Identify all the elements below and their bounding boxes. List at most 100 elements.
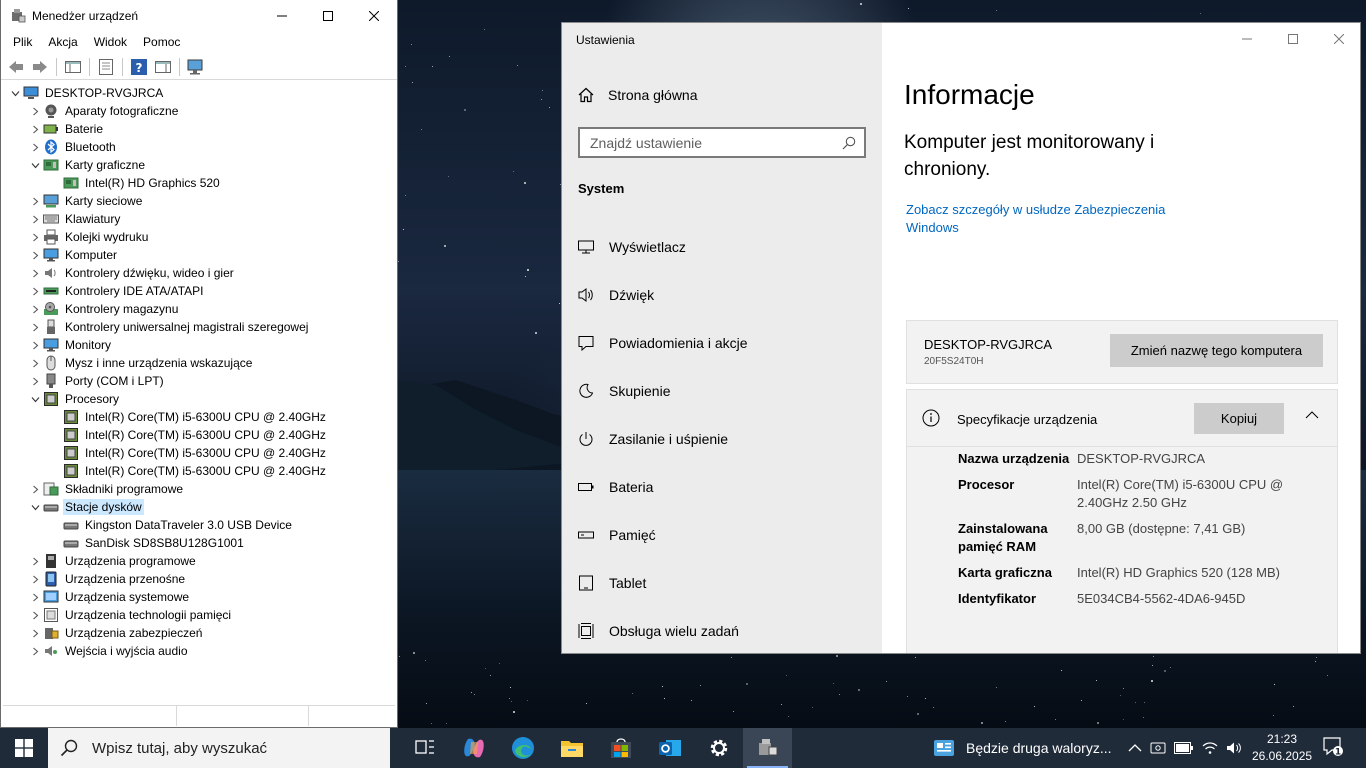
settings-close-button[interactable] [1316, 23, 1360, 55]
tree-node[interactable]: Intel(R) Core(TM) i5-6300U CPU @ 2.40GHz [1, 444, 397, 462]
device-manager-titlebar[interactable]: Menedżer urządzeń [1, 0, 397, 31]
tree-node[interactable]: Intel(R) Core(TM) i5-6300U CPU @ 2.40GHz [1, 462, 397, 480]
tree-node[interactable]: Kingston DataTraveler 3.0 USB Device [1, 516, 397, 534]
tree-node[interactable]: Komputer [1, 246, 397, 264]
forward-button[interactable] [29, 56, 51, 78]
chevron-down-icon[interactable] [27, 156, 43, 174]
tree-node[interactable]: Urządzenia systemowe [1, 588, 397, 606]
settings-nav-item[interactable]: Pamięć [562, 511, 882, 559]
rename-pc-button[interactable]: Zmień nazwę tego komputera [1110, 334, 1323, 367]
settings-nav-item[interactable]: Powiadomienia i akcje [562, 319, 882, 367]
chevron-down-icon[interactable] [27, 498, 43, 516]
chevron-right-icon[interactable] [27, 300, 43, 318]
settings-search-box[interactable] [578, 127, 866, 158]
menu-pomoc[interactable]: Pomoc [135, 35, 188, 49]
tree-node[interactable]: Urządzenia zabezpieczeń [1, 624, 397, 642]
tree-node[interactable]: Aparaty fotograficzne [1, 102, 397, 120]
notification-center-button[interactable]: 1 [1322, 736, 1344, 761]
tree-node[interactable]: Urządzenia przenośne [1, 570, 397, 588]
tree-node[interactable]: Monitory [1, 336, 397, 354]
tree-node[interactable]: Porty (COM i LPT) [1, 372, 397, 390]
properties-button[interactable] [95, 56, 117, 78]
task-view-button[interactable] [400, 728, 449, 768]
volume-icon[interactable] [1226, 741, 1242, 755]
taskbar-search-box[interactable]: Wpisz tutaj, aby wyszukać [48, 728, 390, 768]
tree-node[interactable]: Stacje dysków [1, 498, 397, 516]
settings-nav-item[interactable]: Dźwięk [562, 271, 882, 319]
chevron-right-icon[interactable] [27, 120, 43, 138]
tree-node[interactable]: DESKTOP-RVGJRCA [1, 84, 397, 102]
chevron-right-icon[interactable] [27, 138, 43, 156]
tree-node[interactable]: Kontrolery magazynu [1, 300, 397, 318]
tree-node[interactable]: Kontrolery IDE ATA/ATAPI [1, 282, 397, 300]
chevron-down-icon[interactable] [7, 84, 23, 102]
maximize-button[interactable] [305, 0, 351, 31]
tree-node[interactable]: Kolejki wydruku [1, 228, 397, 246]
store-button[interactable] [596, 728, 645, 768]
news-widget[interactable]: Będzie druga waloryz... [934, 728, 1112, 768]
chevron-right-icon[interactable] [27, 552, 43, 570]
tree-node[interactable]: Mysz i inne urządzenia wskazujące [1, 354, 397, 372]
outlook-button[interactable] [645, 728, 694, 768]
taskbar-clock[interactable]: 21:23 26.06.2025 [1252, 731, 1312, 765]
settings-maximize-button[interactable] [1270, 23, 1316, 55]
settings-nav-item[interactable]: Zasilanie i uśpienie [562, 415, 882, 463]
menu-widok[interactable]: Widok [86, 35, 135, 49]
settings-taskbar-button[interactable] [694, 728, 743, 768]
copilot-button[interactable] [449, 728, 498, 768]
file-explorer-button[interactable] [547, 728, 596, 768]
tree-node[interactable]: Karty graficzne [1, 156, 397, 174]
chevron-up-icon[interactable] [1128, 743, 1142, 753]
tree-node[interactable]: Urządzenia programowe [1, 552, 397, 570]
chevron-right-icon[interactable] [27, 264, 43, 282]
meet-now-icon[interactable] [1150, 740, 1166, 756]
chevron-right-icon[interactable] [27, 282, 43, 300]
scan-hardware-button[interactable] [185, 56, 207, 78]
device-manager-taskbar-button[interactable] [743, 728, 792, 768]
tree-node[interactable]: Baterie [1, 120, 397, 138]
settings-nav-item[interactable]: Wyświetlacz [562, 223, 882, 271]
home-nav-item[interactable]: Strona główna [578, 87, 698, 103]
chevron-right-icon[interactable] [27, 624, 43, 642]
chevron-right-icon[interactable] [27, 588, 43, 606]
back-button[interactable] [5, 56, 27, 78]
minimize-button[interactable] [259, 0, 305, 31]
chevron-right-icon[interactable] [27, 228, 43, 246]
search-icon[interactable] [834, 136, 864, 150]
settings-nav-item[interactable]: Tablet [562, 559, 882, 607]
help-button[interactable]: ? [128, 56, 150, 78]
settings-minimize-button[interactable] [1224, 23, 1270, 55]
chevron-right-icon[interactable] [27, 102, 43, 120]
tree-node[interactable]: Kontrolery dźwięku, wideo i gier [1, 264, 397, 282]
chevron-down-icon[interactable] [27, 390, 43, 408]
wifi-icon[interactable] [1202, 741, 1218, 755]
chevron-up-icon[interactable] [1305, 408, 1319, 422]
chevron-right-icon[interactable] [27, 246, 43, 264]
settings-nav-item[interactable]: Skupienie [562, 367, 882, 415]
close-button[interactable] [351, 0, 397, 31]
tree-node[interactable]: Bluetooth [1, 138, 397, 156]
chevron-right-icon[interactable] [27, 210, 43, 228]
tree-node[interactable]: Wejścia i wyjścia audio [1, 642, 397, 660]
tree-node[interactable]: Kontrolery uniwersalnej magistrali szere… [1, 318, 397, 336]
start-button[interactable] [0, 728, 48, 768]
tree-node[interactable]: Klawiatury [1, 210, 397, 228]
chevron-right-icon[interactable] [27, 318, 43, 336]
tree-node[interactable]: Składniki programowe [1, 480, 397, 498]
edge-button[interactable] [498, 728, 547, 768]
specs-header[interactable]: Specyfikacje urządzenia Kopiuj [907, 390, 1337, 447]
chevron-right-icon[interactable] [27, 354, 43, 372]
chevron-right-icon[interactable] [27, 606, 43, 624]
chevron-right-icon[interactable] [27, 372, 43, 390]
tree-node[interactable]: Urządzenia technologii pamięci [1, 606, 397, 624]
tree-node[interactable]: Procesory [1, 390, 397, 408]
tree-node[interactable]: Karty sieciowe [1, 192, 397, 210]
tree-node[interactable]: SanDisk SD8SB8U128G1001 [1, 534, 397, 552]
security-details-link[interactable]: Zobacz szczegóły w usłudze Zabezpieczeni… [906, 201, 1206, 237]
chevron-right-icon[interactable] [27, 336, 43, 354]
settings-search-input[interactable] [580, 134, 834, 151]
tree-node[interactable]: Intel(R) Core(TM) i5-6300U CPU @ 2.40GHz [1, 426, 397, 444]
tree-node[interactable]: Intel(R) Core(TM) i5-6300U CPU @ 2.40GHz [1, 408, 397, 426]
settings-nav-item[interactable]: Bateria [562, 463, 882, 511]
chevron-right-icon[interactable] [27, 192, 43, 210]
